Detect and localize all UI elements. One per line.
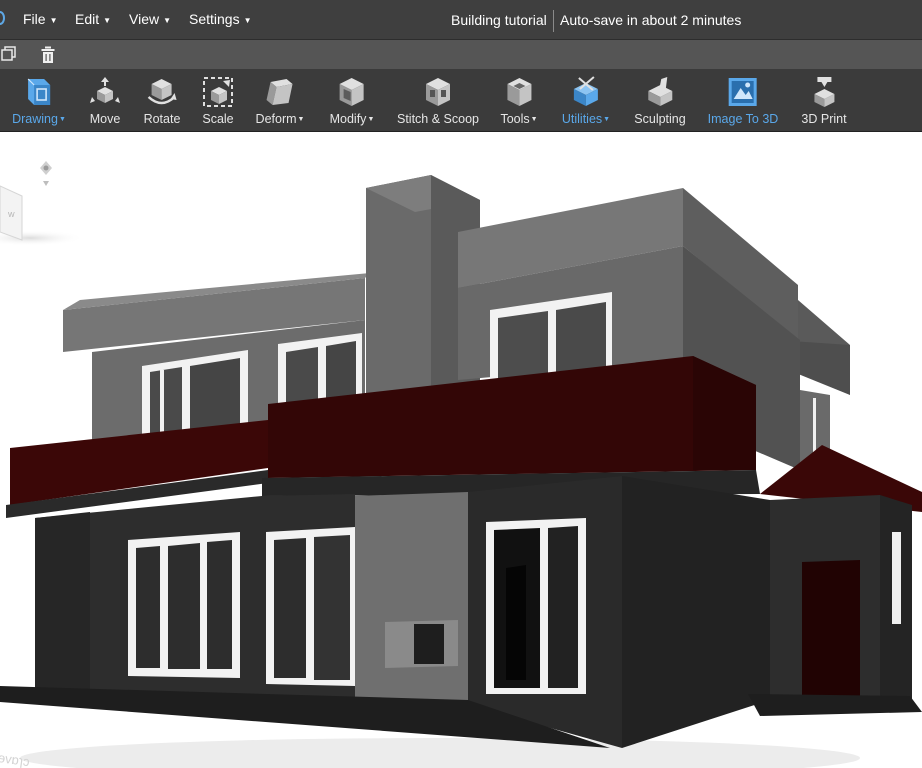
stitch-scoop-icon xyxy=(426,78,450,106)
tools-icon xyxy=(507,78,531,106)
tool-tools[interactable]: Tools▼ xyxy=(500,75,538,126)
caret-down-icon: ▼ xyxy=(58,116,66,123)
copy-icon[interactable] xyxy=(1,46,17,67)
move-icon xyxy=(90,77,120,103)
scale-icon xyxy=(203,77,233,107)
tool-move-label: Move xyxy=(89,112,121,126)
tool-deform[interactable]: Deform▼ xyxy=(255,75,305,126)
tool-scale-label: Scale xyxy=(202,112,234,126)
scene-canvas[interactable]: W ɘvɒɿɔ xyxy=(0,132,922,768)
menu-settings[interactable]: Settings ▼ xyxy=(189,11,252,27)
menu-file-label: File xyxy=(23,11,46,27)
title-divider xyxy=(553,10,554,32)
utilities-icon xyxy=(573,76,598,106)
tool-drawing[interactable]: Drawing▼ xyxy=(12,75,66,126)
menu-bar: File ▼ Edit ▼ View ▼ Settings ▼ Building tut… xyxy=(0,0,922,39)
trash-icon[interactable] xyxy=(40,46,56,69)
tool-modify-label: Modify xyxy=(329,112,367,126)
caret-down-icon: ▼ xyxy=(243,15,252,25)
menu-file[interactable]: File ▼ xyxy=(23,11,57,27)
modify-icon xyxy=(339,78,364,106)
tool-sculpting[interactable]: Sculpting xyxy=(634,75,686,126)
deform-icon xyxy=(266,79,293,105)
tool-utilities-label: Utilities xyxy=(561,112,603,126)
app-logo-icon[interactable] xyxy=(0,11,5,25)
3d-viewport[interactable]: W ɘvɒɿɔ xyxy=(0,132,922,768)
3d-print-icon xyxy=(814,77,834,107)
ground-window-right xyxy=(486,518,586,694)
caret-down-icon: ▼ xyxy=(297,116,305,123)
tool-sculpting-label: Sculpting xyxy=(634,112,686,126)
rotate-icon xyxy=(148,79,177,105)
ground-window-middle xyxy=(266,527,355,686)
tool-3d-print-label: 3D Print xyxy=(801,112,847,126)
quick-action-bar xyxy=(0,39,922,69)
tool-modify[interactable]: Modify▼ xyxy=(329,75,375,126)
view-cube-face-label: W xyxy=(8,212,15,219)
image-to-3d-icon xyxy=(729,78,757,106)
orbit-compass-icon[interactable] xyxy=(40,161,52,186)
caret-down-icon: ▼ xyxy=(163,15,172,25)
tool-stitch-scoop[interactable]: Stitch & Scoop xyxy=(397,75,479,126)
drawing-icon xyxy=(27,78,50,105)
caret-down-icon: ▼ xyxy=(49,15,58,25)
sculpting-icon xyxy=(648,77,672,106)
tool-rotate-label: Rotate xyxy=(143,112,181,126)
menu-view-label: View xyxy=(129,11,160,27)
tool-move[interactable]: Move xyxy=(88,75,122,126)
menu-view[interactable]: View ▼ xyxy=(129,11,171,27)
tool-deform-label: Deform xyxy=(255,112,297,126)
caret-down-icon: ▼ xyxy=(367,116,375,123)
svg-text:ɘvɒɿɔ: ɘvɒɿɔ xyxy=(0,750,31,768)
tool-image-to-3d[interactable]: Image To 3D xyxy=(707,75,779,126)
caret-down-icon: ▼ xyxy=(103,15,112,25)
document-title[interactable]: Building tutorial xyxy=(451,12,547,28)
menu-settings-label: Settings xyxy=(189,11,240,27)
tool-image-to-3d-label: Image To 3D xyxy=(707,112,779,126)
tool-utilities[interactable]: Utilities▼ xyxy=(562,75,610,126)
view-cube[interactable]: W xyxy=(0,185,85,246)
ground-window-left xyxy=(128,532,240,678)
tool-rotate[interactable]: Rotate xyxy=(143,75,181,126)
house-model[interactable] xyxy=(0,175,922,748)
menu-edit[interactable]: Edit ▼ xyxy=(75,11,111,27)
autosave-status: Auto-save in about 2 minutes xyxy=(560,12,742,28)
menu-edit-label: Edit xyxy=(75,11,100,27)
tool-drawing-label: Drawing xyxy=(12,112,58,126)
tool-stitch-scoop-label: Stitch & Scoop xyxy=(397,112,479,126)
tool-3d-print[interactable]: 3D Print xyxy=(801,75,847,126)
caret-down-icon: ▼ xyxy=(530,116,538,123)
tool-tools-label: Tools xyxy=(500,112,530,126)
caret-down-icon: ▼ xyxy=(603,116,611,123)
main-toolbar: Drawing▼ Move Rotate Scale Deform▼ Modif… xyxy=(0,69,922,132)
tool-scale[interactable]: Scale xyxy=(201,75,235,126)
